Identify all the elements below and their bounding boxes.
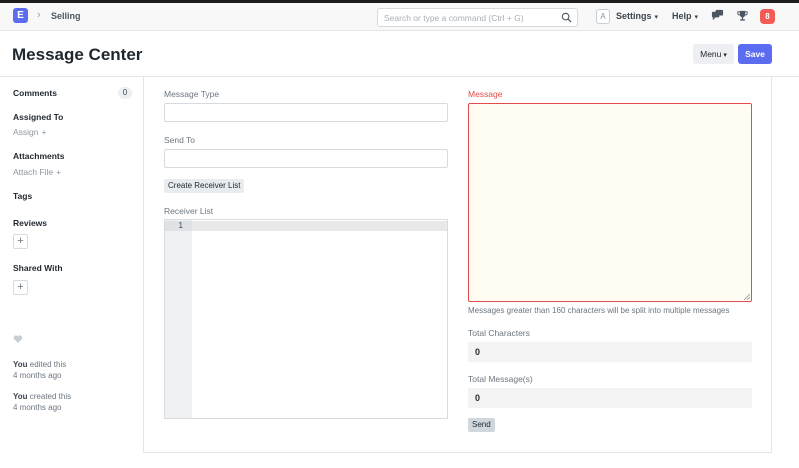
search-icon	[561, 12, 572, 23]
page-title: Message Center	[12, 45, 143, 64]
send-button[interactable]: Send	[468, 418, 495, 432]
settings-dropdown[interactable]: Settings ▾	[616, 11, 658, 21]
caret-down-icon: ▾	[694, 14, 699, 21]
menu-label: Menu	[700, 49, 722, 59]
total-messages-label: Total Message(s)	[468, 374, 533, 384]
trophy-icon[interactable]	[736, 9, 749, 22]
plus-icon: +	[41, 127, 47, 137]
receiver-list-label: Receiver List	[164, 206, 214, 216]
navbar: E › Selling Search or type a command (Ct…	[0, 3, 799, 31]
attach-file-label: Attach File	[13, 167, 54, 177]
caret-down-icon: ▾	[654, 14, 659, 21]
sidebar: Comments 0 Assigned To Assign + Attachmen…	[0, 77, 143, 468]
breadcrumb-selling[interactable]: Selling	[51, 11, 81, 21]
save-button[interactable]: Save	[738, 44, 772, 64]
receiver-list-editor[interactable]: 1	[164, 219, 448, 419]
help-label: Help	[672, 11, 692, 21]
message-type-label: Message Type	[164, 89, 220, 99]
activity-action: created this	[29, 392, 72, 401]
activity-time: 4 months ago	[13, 403, 62, 412]
activity-action: edited this	[29, 360, 67, 369]
reviews-label: Reviews	[13, 218, 48, 228]
total-characters-value: 0	[468, 342, 752, 362]
activity-user: You	[13, 392, 28, 401]
assign-link[interactable]: Assign +	[13, 127, 46, 137]
active-line-highlight	[192, 221, 447, 231]
plus-icon: +	[56, 167, 62, 177]
chevron-right-icon: ›	[37, 9, 41, 21]
menu-button[interactable]: Menu ▾	[693, 44, 734, 64]
search-input[interactable]: Search or type a command (Ctrl + G)	[384, 13, 524, 23]
attach-file-link[interactable]: Attach File +	[13, 167, 61, 177]
shared-with-label: Shared With	[13, 263, 63, 273]
send-to-input[interactable]	[164, 149, 448, 168]
line-number-gutter	[165, 220, 192, 418]
add-share-button[interactable]: +	[13, 280, 28, 295]
activity-time: 4 months ago	[13, 371, 62, 380]
create-receiver-list-button[interactable]: Create Receiver List	[164, 179, 245, 193]
activity-item: You created this 4 months ago	[13, 391, 71, 413]
message-type-input[interactable]	[164, 103, 448, 122]
activity-item: You edited this 4 months ago	[13, 359, 66, 381]
search-bar[interactable]: Search or type a command (Ctrl + G)	[377, 8, 578, 27]
comments-label[interactable]: Comments	[13, 88, 57, 98]
message-help-text: Messages greater than 160 characters wil…	[468, 306, 730, 315]
message-center-form: Message Type Send To Create Receiver Lis…	[143, 77, 772, 453]
assigned-to-label: Assigned To	[13, 112, 64, 122]
comments-count-badge: 0	[118, 87, 132, 99]
caret-down-icon: ▾	[723, 52, 727, 59]
avatar[interactable]: A	[596, 9, 610, 24]
help-dropdown[interactable]: Help ▾	[672, 11, 698, 21]
add-review-button[interactable]: +	[13, 234, 28, 249]
settings-label: Settings	[616, 11, 652, 21]
message-textarea[interactable]	[468, 103, 752, 302]
message-label: Message	[468, 89, 503, 99]
send-to-label: Send To	[164, 135, 196, 145]
resize-handle-icon[interactable]	[744, 294, 750, 300]
notification-badge[interactable]: 8	[760, 9, 775, 24]
assign-label: Assign	[13, 127, 39, 137]
chat-icon[interactable]	[711, 9, 724, 22]
line-number: 1	[165, 221, 192, 231]
total-characters-label: Total Characters	[468, 328, 530, 338]
total-messages-value: 0	[468, 388, 752, 408]
activity-user: You	[13, 360, 28, 369]
attachments-label: Attachments	[13, 151, 65, 161]
heart-icon[interactable]	[13, 334, 23, 344]
app-logo[interactable]: E	[13, 8, 28, 23]
tags-label[interactable]: Tags	[13, 191, 32, 201]
